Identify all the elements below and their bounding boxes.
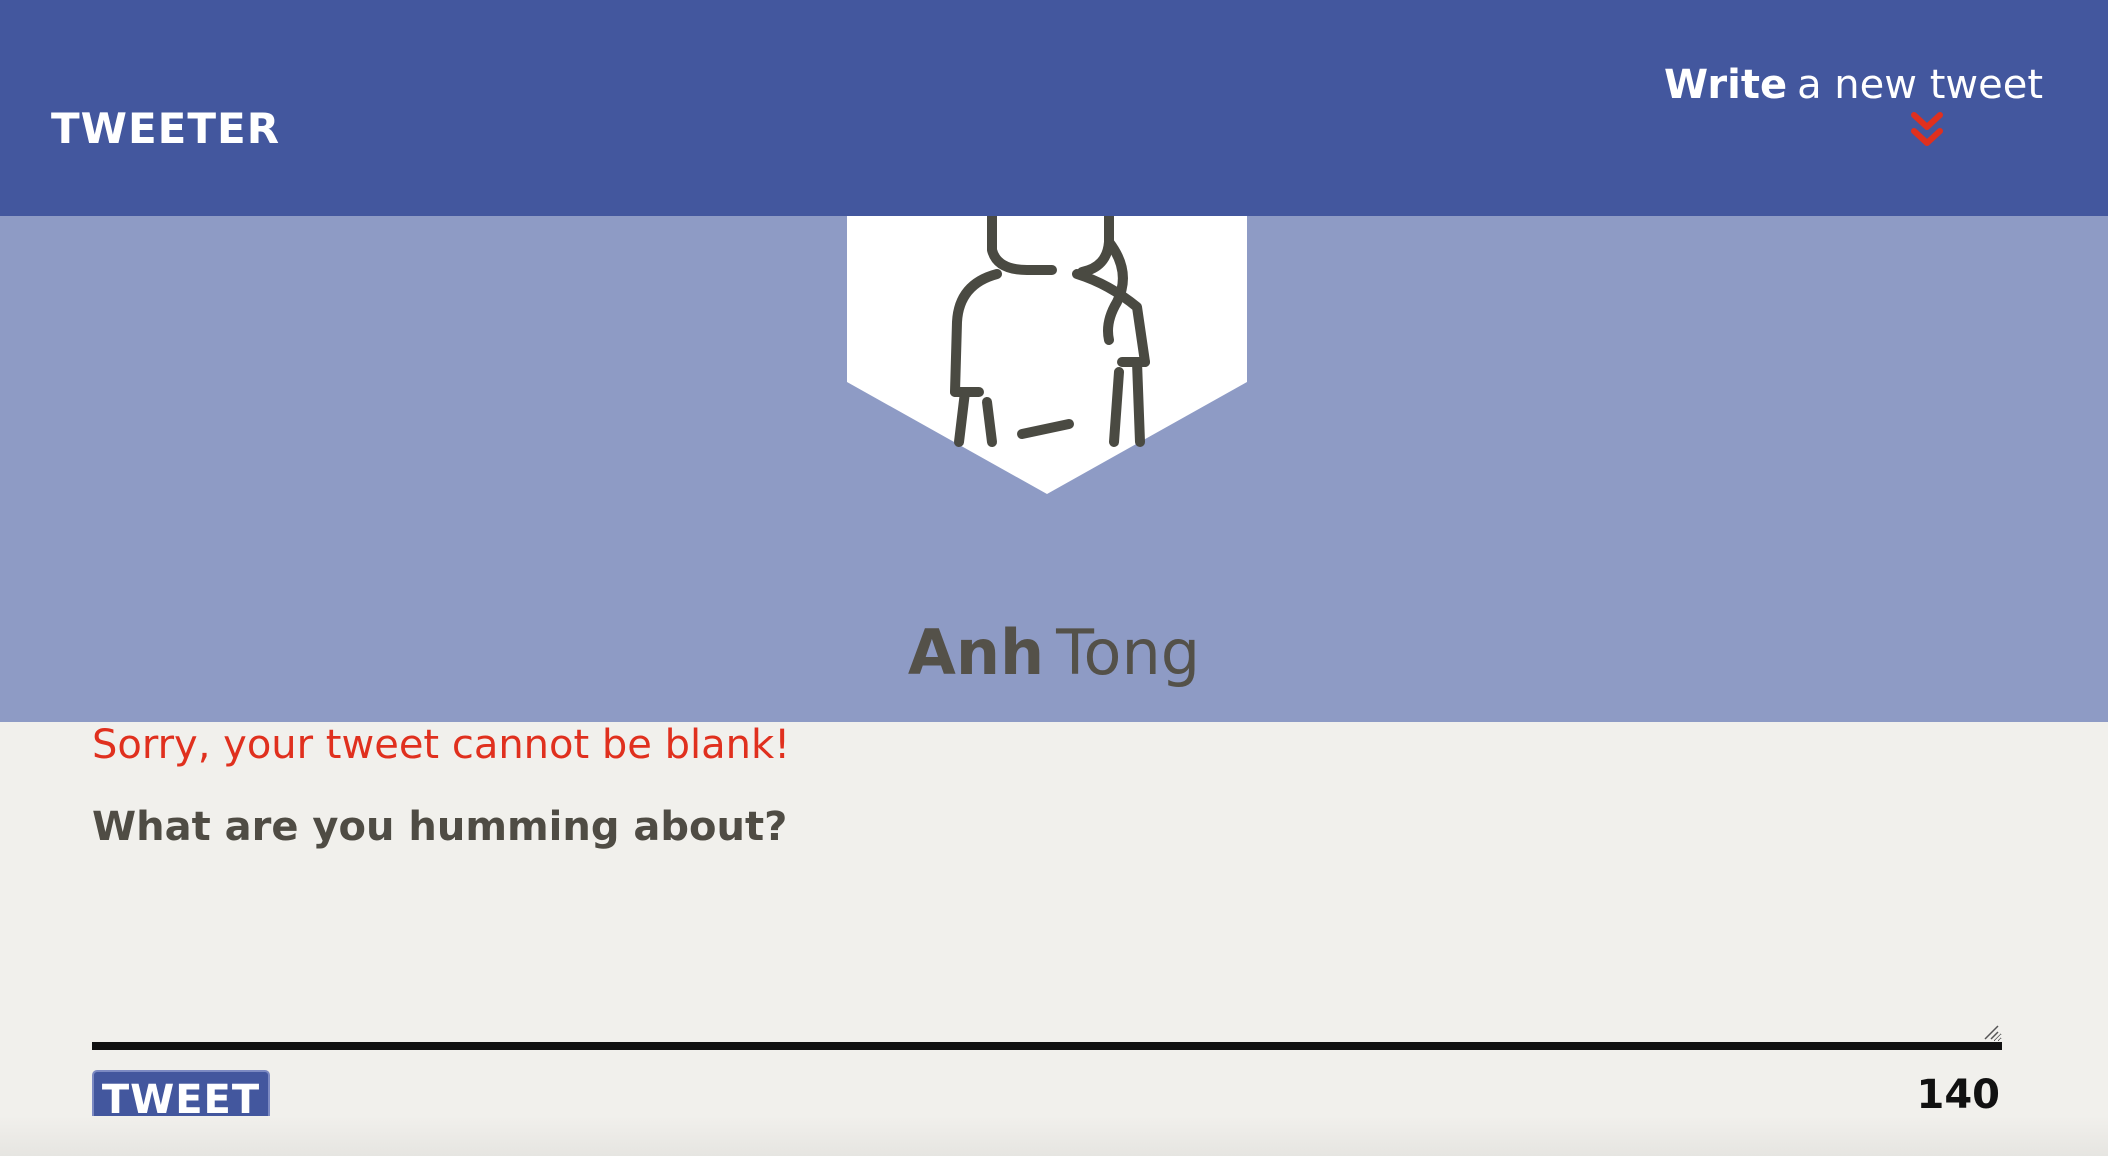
- character-counter: 140: [1916, 1072, 2001, 1118]
- top-nav: TWEETER Write a new tweet: [0, 0, 2108, 216]
- profile-header: Anh Tong: [0, 212, 2108, 722]
- compose-label-bold: Write: [1663, 62, 1788, 108]
- resize-grip-icon[interactable]: [1983, 1024, 1999, 1040]
- page: TWEETER Write a new tweet Anh Tong Sorry…: [0, 0, 2108, 1156]
- bottom-shade: [0, 1116, 2108, 1156]
- tweet-prompt-label: What are you humming about?: [92, 804, 788, 850]
- compose-toggle[interactable]: Write a new tweet: [1664, 62, 2043, 108]
- compose-label-rest: a new tweet: [1797, 62, 2043, 108]
- error-message: Sorry, your tweet cannot be blank!: [92, 722, 791, 768]
- compose-label[interactable]: Write a new tweet: [1664, 62, 2043, 108]
- brand-logo[interactable]: TWEETER: [51, 104, 280, 153]
- profile-last-name: Tong: [1056, 616, 1201, 689]
- profile-first-name: Anh: [907, 616, 1045, 689]
- tweet-textarea[interactable]: [92, 870, 2002, 1050]
- double-chevron-down-icon[interactable]: [1911, 112, 1943, 148]
- profile-name: Anh Tong: [0, 616, 2108, 689]
- person-avatar-icon: [847, 212, 1247, 494]
